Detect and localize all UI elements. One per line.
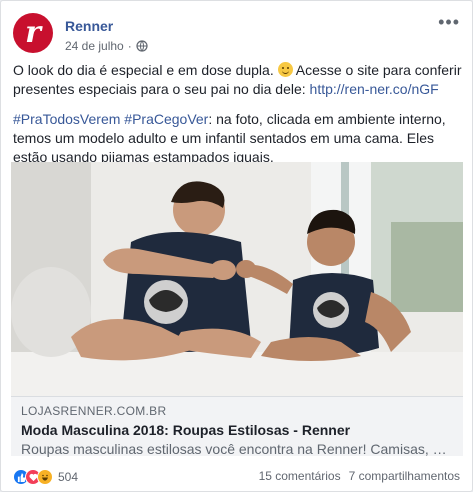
reaction-count: 504: [58, 470, 79, 484]
post-meta: 24 de julho ·: [65, 39, 148, 53]
post-card: r Renner 24 de julho · ••• O look do dia…: [0, 0, 473, 492]
avatar[interactable]: r: [13, 13, 53, 53]
post-link[interactable]: http://ren-ner.co/nGF: [310, 81, 439, 97]
photo-illustration: [11, 162, 463, 396]
haha-reaction-icon: [37, 469, 53, 485]
globe-icon[interactable]: [136, 40, 148, 52]
post-footer: 504 15 comentários 7 compartilhamentos: [13, 469, 460, 489]
reactions-summary[interactable]: 504: [13, 469, 78, 485]
page-name-link[interactable]: Renner: [65, 18, 113, 34]
shares-count-link[interactable]: 7 compartilhamentos: [349, 469, 460, 483]
meta-separator: ·: [127, 39, 132, 53]
post-photo[interactable]: [11, 162, 463, 396]
more-options-icon[interactable]: •••: [438, 13, 460, 31]
link-preview[interactable]: LOJASRENNER.COM.BR Moda Masculina 2018: …: [11, 396, 463, 457]
hashtags-link[interactable]: #PraTodosVerem #PraCegoVer: [13, 111, 208, 127]
post-paragraph-2: #PraTodosVerem #PraCegoVer: na foto, cli…: [13, 110, 463, 167]
comments-count-link[interactable]: 15 comentários: [259, 469, 341, 483]
post-text: O look do dia é especial e em dose dupla…: [13, 61, 463, 178]
post-paragraph-1: O look do dia é especial e em dose dupla…: [13, 61, 463, 99]
smile-emoji-icon: [277, 62, 293, 77]
avatar-letter: r: [25, 15, 41, 50]
link-preview-domain: LOJASRENNER.COM.BR: [21, 404, 167, 418]
link-preview-title[interactable]: Moda Masculina 2018: Roupas Estilosas - …: [21, 422, 453, 438]
post-stats: 15 comentários 7 compartilhamentos: [259, 469, 460, 483]
post-header: r Renner 24 de julho · •••: [13, 13, 460, 57]
post-date[interactable]: 24 de julho: [65, 39, 124, 53]
post-text-line1: O look do dia é especial e em dose dupla…: [13, 62, 274, 78]
link-preview-description: Roupas masculinas estilosas você encontr…: [21, 441, 453, 457]
